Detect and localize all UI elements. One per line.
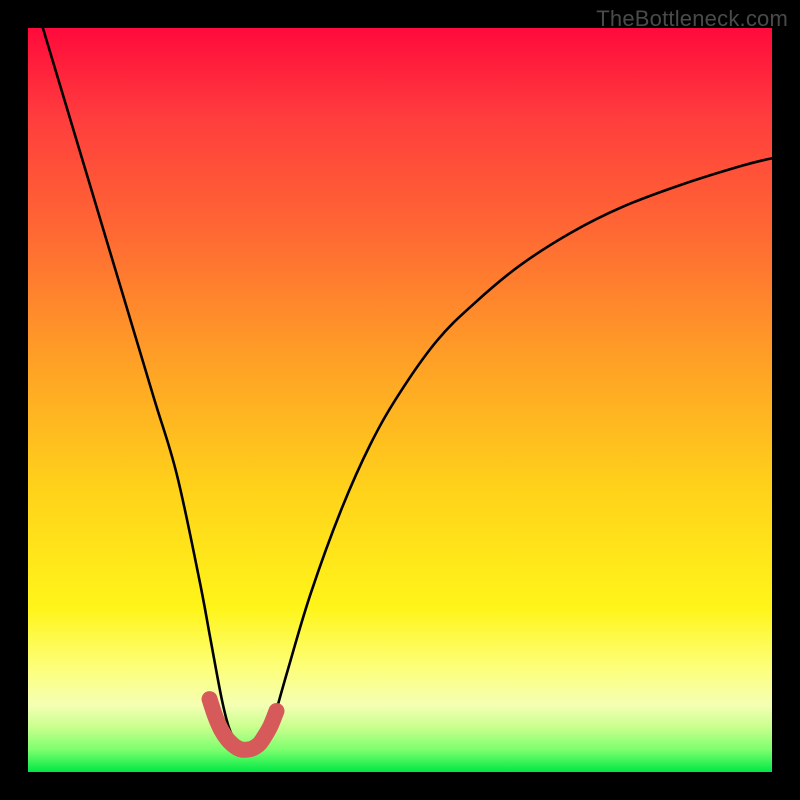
- watermark-text: TheBottleneck.com: [596, 6, 788, 32]
- bottleneck-curve: [43, 28, 772, 753]
- chart-svg: [28, 28, 772, 772]
- highlight-segment: [210, 699, 277, 750]
- chart-plot-area: [28, 28, 772, 772]
